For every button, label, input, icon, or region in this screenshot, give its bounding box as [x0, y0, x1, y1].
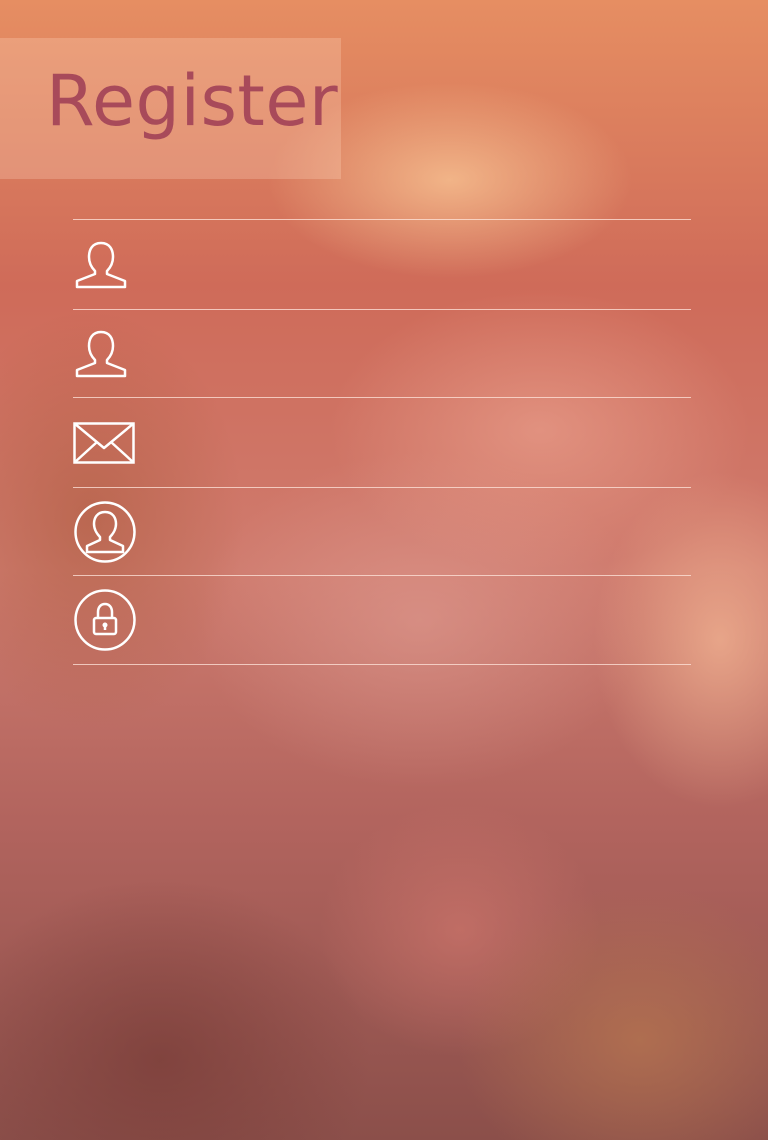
first-name-input[interactable] — [161, 234, 691, 295]
user-outline-icon — [73, 233, 137, 297]
user-outline-icon — [73, 322, 137, 386]
register-form — [73, 219, 691, 665]
page-title: Register — [46, 60, 339, 142]
password-input[interactable] — [161, 590, 691, 650]
last-name-input[interactable] — [161, 323, 691, 384]
form-row-last-name[interactable] — [73, 310, 691, 398]
user-circle-icon — [73, 500, 137, 564]
form-row-email[interactable] — [73, 398, 691, 488]
email-input[interactable] — [161, 412, 691, 473]
form-row-password[interactable] — [73, 576, 691, 665]
form-row-username[interactable] — [73, 488, 691, 576]
envelope-icon — [73, 411, 137, 475]
username-input[interactable] — [161, 501, 691, 562]
lock-circle-icon — [73, 588, 137, 652]
form-row-first-name[interactable] — [73, 220, 691, 310]
